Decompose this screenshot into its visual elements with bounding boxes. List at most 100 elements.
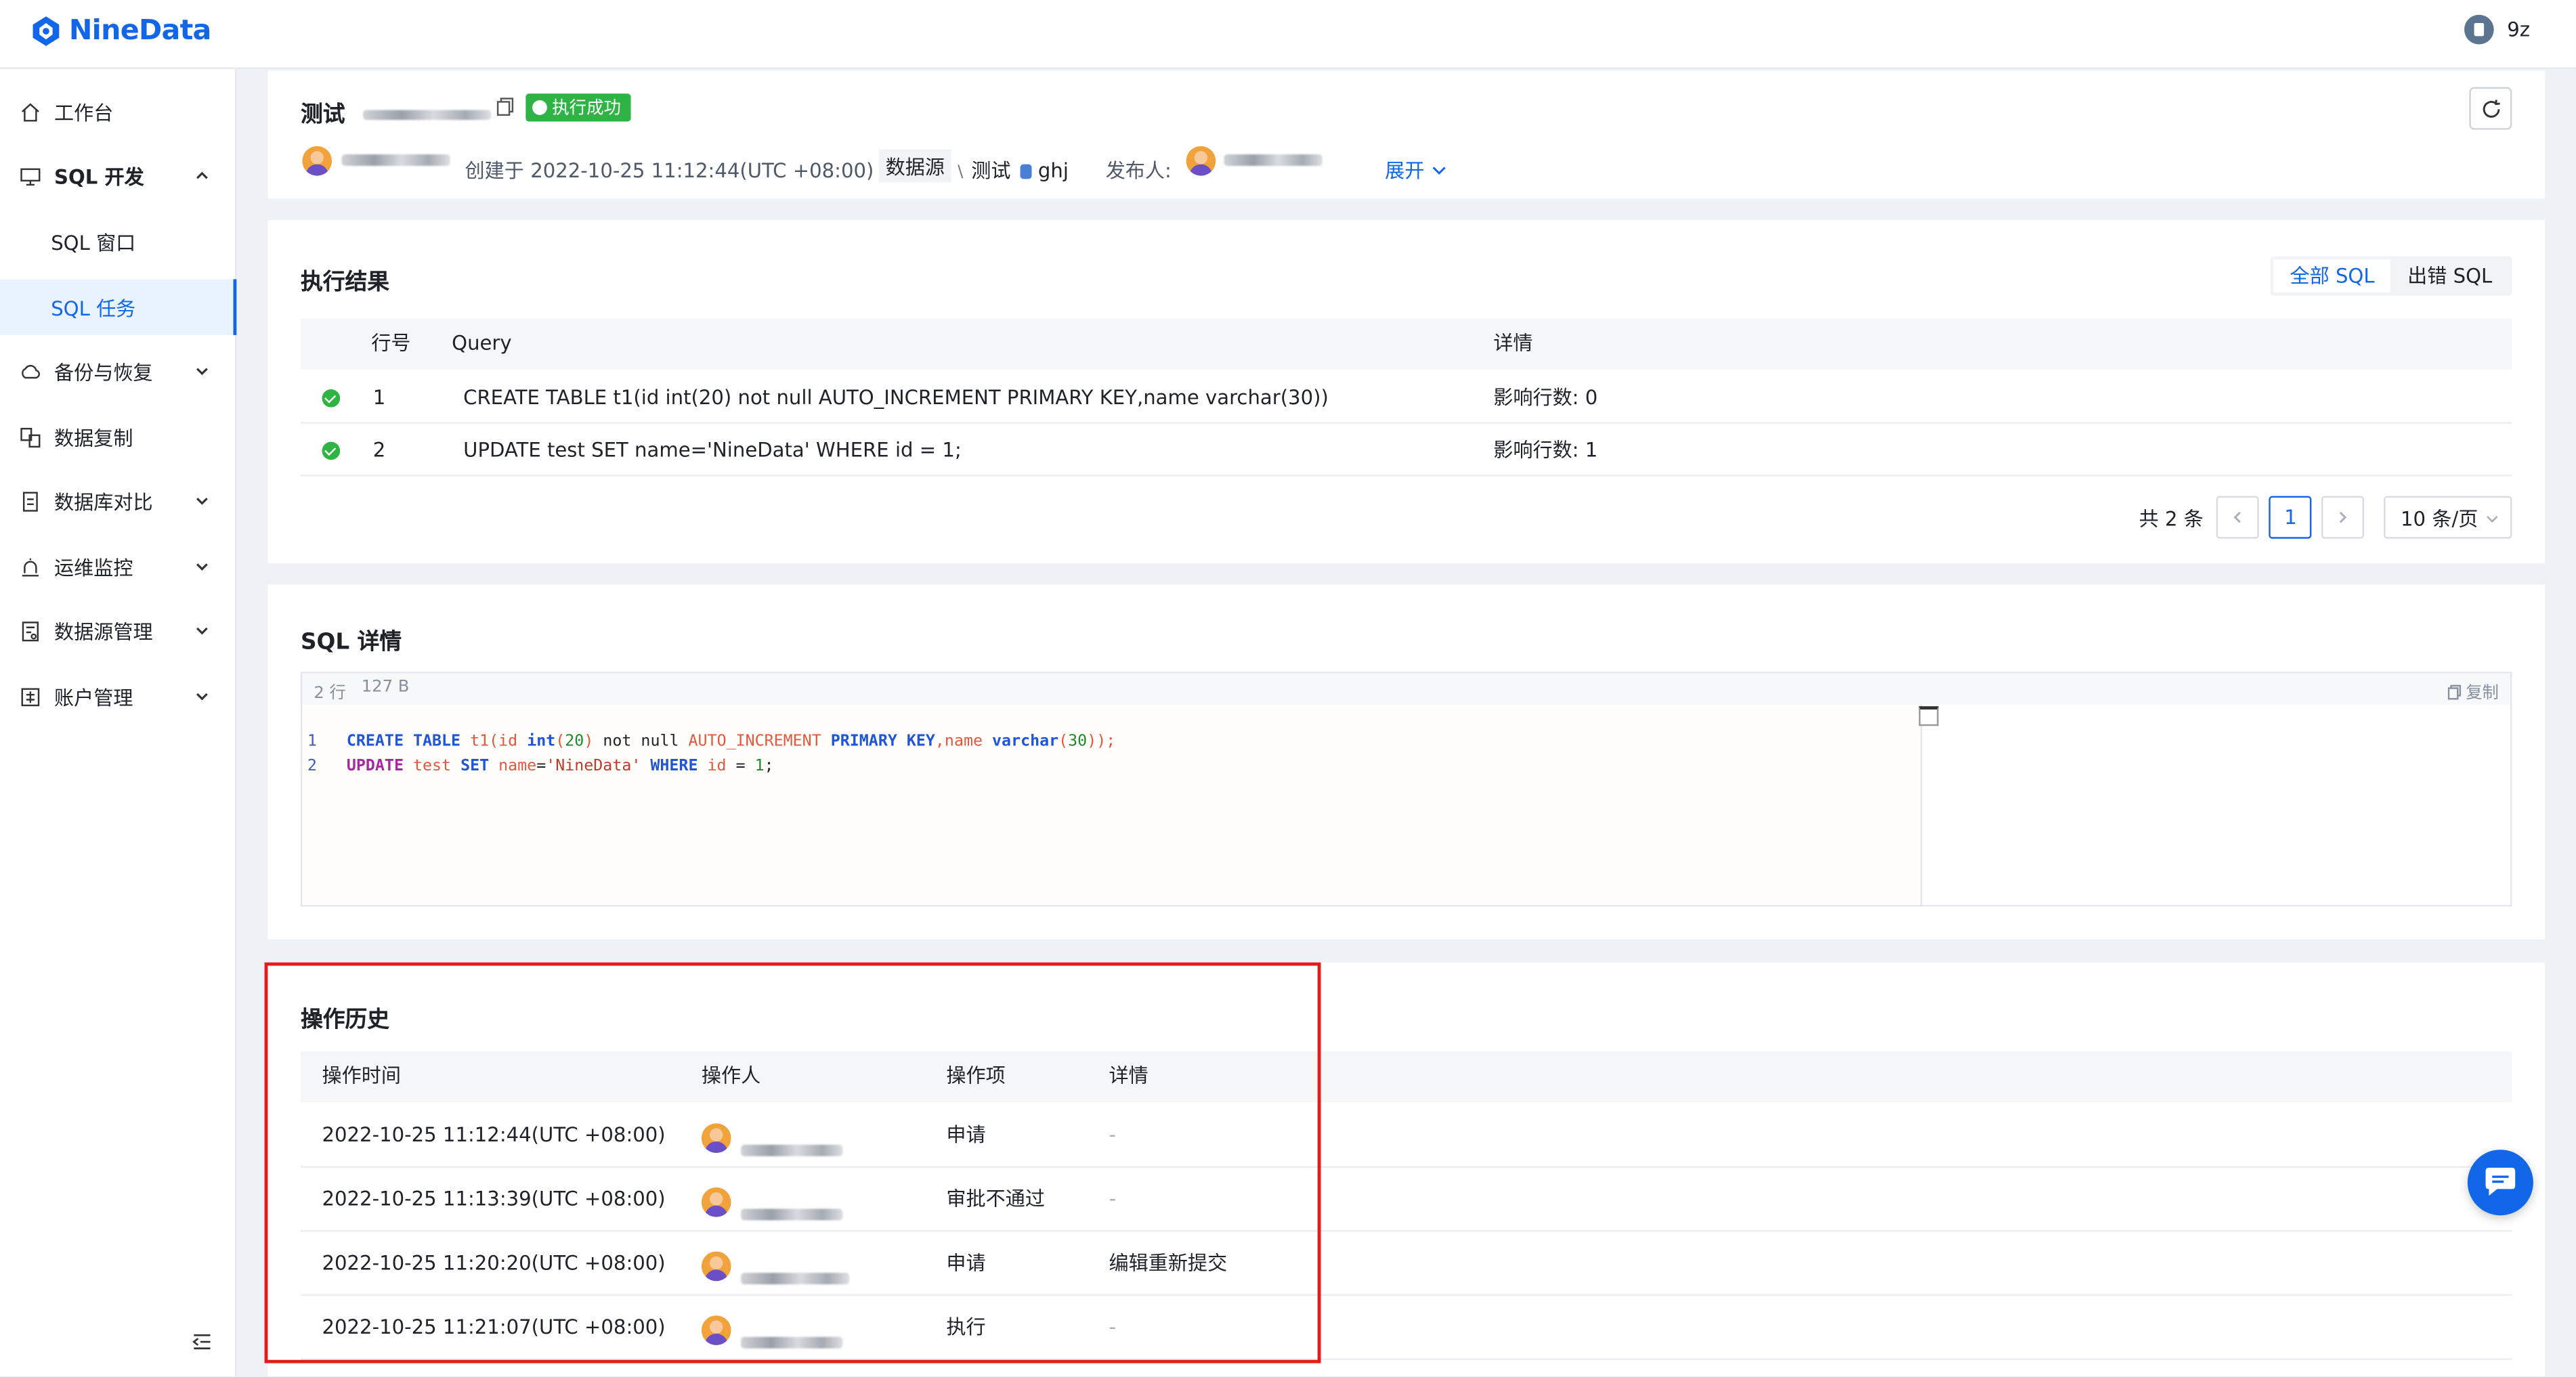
chevron-down-icon [196,368,208,376]
prev-page-button[interactable] [2216,496,2260,539]
sidebar-item-label: 账户管理 [54,685,133,709]
sidebar-item-sql-task[interactable]: SQL 任务 [0,279,237,335]
page-size-select[interactable]: 10 条/页 [2384,496,2512,539]
datasource-link-icon: ∖ [954,164,965,183]
cloud-icon [18,359,41,383]
sidebar-item-sql-dev[interactable]: SQL 开发 [0,148,236,203]
sidebar-item-datasource[interactable]: 数据源管理 [0,603,236,658]
chevron-down-icon [2487,516,2499,523]
refresh-button[interactable] [2469,87,2512,130]
sidebar-item-label: SQL 窗口 [51,230,136,254]
created-at-value: 2022-10-25 11:12:44(UTC +08:00) [530,159,874,183]
history-table-header: 操作时间 操作人 操作项 详情 [300,1051,2512,1102]
blurred-operator-name [741,1315,843,1368]
col-query: Query [452,332,512,355]
copy-db-icon [18,425,41,448]
row-detail: 影响行数: 0 [1493,386,1598,410]
table-row[interactable]: 2022-10-25 11:20:20(UTC +08:00) 申请 编辑重新提… [300,1232,2512,1296]
table-row[interactable]: 2022-10-25 11:12:44(UTC +08:00) 申请 - [300,1103,2512,1168]
col-operator: 操作人 [701,1064,761,1088]
creator-avatar [302,146,332,176]
table-row[interactable]: 2022-10-25 11:13:39(UTC +08:00) 审批不通过 - [300,1168,2512,1232]
row-query: CREATE TABLE t1(id int(20) not null AUTO… [463,386,1329,410]
chevron-right-icon [2340,511,2347,523]
op-action: 申请 [946,1123,986,1147]
sidebar-item-ops-monitor[interactable]: 运维监控 [0,539,236,594]
copy-label: 复制 [2466,684,2499,703]
status-text: 执行成功 [552,98,622,118]
blurred-task-name [362,110,491,121]
task-title: 测试 [300,95,491,129]
sql-size: 127 B [361,678,410,697]
col-detail: 详情 [1493,332,1533,355]
success-icon [322,371,341,424]
sidebar-item-db-compare[interactable]: 数据库对比 [0,473,236,529]
sql-editor[interactable]: 2 行 127 B 复制 1 CREATE TABLE t1(id int(20)… [300,672,2512,907]
sidebar-item-label: 数据库对比 [54,490,153,514]
chat-support-button[interactable] [2467,1150,2533,1216]
row-no: 2 [372,438,386,462]
chevron-down-icon [196,563,208,571]
monitor-icon [18,165,41,188]
task-title-text: 测试 [300,102,345,129]
sidebar-item-label: SQL 任务 [51,296,136,320]
user-avatar-icon [2464,14,2494,45]
code-line-2: 2 UPDATE test SET name='NineData' WHERE i… [307,757,774,776]
tab-error-sql[interactable]: 出错 SQL [2391,259,2509,292]
op-action: 执行 [946,1315,986,1339]
sidebar: 工作台 SQL 开发 SQL 窗口 SQL 任务 备份与恢复 数据复制 数据库对… [0,68,237,1376]
page-1-button[interactable]: 1 [2269,496,2313,539]
sidebar-item-replication[interactable]: 数据复制 [0,409,236,464]
op-detail: - [1109,1123,1117,1147]
copy-sql-button[interactable]: 复制 [2447,678,2499,703]
op-time: 2022-10-25 11:12:44(UTC +08:00) [322,1123,666,1147]
operator-avatar [701,1184,731,1237]
ninedata-logo-icon [30,15,63,48]
sidebar-item-account[interactable]: 账户管理 [0,668,236,724]
code-area[interactable]: 1 CREATE TABLE t1(id int(20) not null AUT… [302,704,1939,905]
expand-label: 展开 [1385,159,1425,183]
chevron-down-icon [1432,167,1446,175]
execution-results-card: 执行结果 全部 SQL 出错 SQL 行号 Query 详情 1 CREATE … [267,220,2545,564]
col-op-time: 操作时间 [322,1064,401,1088]
sidebar-item-backup[interactable]: 备份与恢复 [0,343,236,399]
logo[interactable]: NineData [30,14,212,48]
datasource-name: 测试 [971,159,1011,183]
publisher-avatar [1186,146,1216,176]
next-page-button[interactable] [2321,496,2365,539]
table-row[interactable]: 2022-10-25 11:21:07(UTC +08:00) 执行 - [300,1296,2512,1360]
sidebar-item-label: 数据源管理 [54,619,153,643]
table-row[interactable]: 1 CREATE TABLE t1(id int(20) not null AU… [300,371,2512,424]
row-query: UPDATE test SET name='NineData' WHERE id… [463,438,962,462]
chevron-down-icon [196,627,208,635]
logo-text: NineData [68,14,212,48]
user-menu[interactable]: 9z [2464,14,2530,45]
sidebar-item-workbench[interactable]: 工作台 [0,84,236,139]
tab-all-sql[interactable]: 全部 SQL [2273,259,2391,292]
expand-button[interactable]: 展开 [1385,156,1447,183]
collapse-sidebar-icon[interactable] [190,1330,213,1353]
operator-avatar [701,1248,731,1301]
task-header-card: 测试 执行成功 创建于 2022-10-25 11:12:44(UTC +08:… [267,70,2545,199]
sidebar-item-sql-window[interactable]: SQL 窗口 [0,213,236,269]
op-detail: - [1109,1315,1117,1339]
line-count: 2 行 [314,684,346,703]
editor-cursor-marker [1918,706,1939,726]
alarm-icon [18,555,41,578]
col-op-detail: 详情 [1109,1064,1149,1088]
app-frame: NineData 9z 工作台 SQL 开发 SQL 窗口 SQL 任务 备份与… [0,0,2576,1376]
page-size-value: 10 条/页 [2401,506,2478,530]
sidebar-item-label: SQL 开发 [54,165,144,188]
copy-icon[interactable] [496,97,515,116]
account-icon [18,685,41,708]
op-action: 申请 [946,1251,986,1275]
op-detail: 编辑重新提交 [1109,1251,1228,1275]
sidebar-item-label: 运维监控 [54,556,133,580]
results-title: 执行结果 [300,269,389,296]
created-at: 创建于 2022-10-25 11:12:44(UTC +08:00) [465,156,874,183]
operator-avatar [701,1312,731,1365]
datasource-info[interactable]: ∖ 测试 ghj [955,156,1069,183]
table-row[interactable]: 2 UPDATE test SET name='NineData' WHERE … [300,424,2512,477]
top-bar: NineData 9z [0,0,2576,69]
copy-icon [2447,684,2461,700]
